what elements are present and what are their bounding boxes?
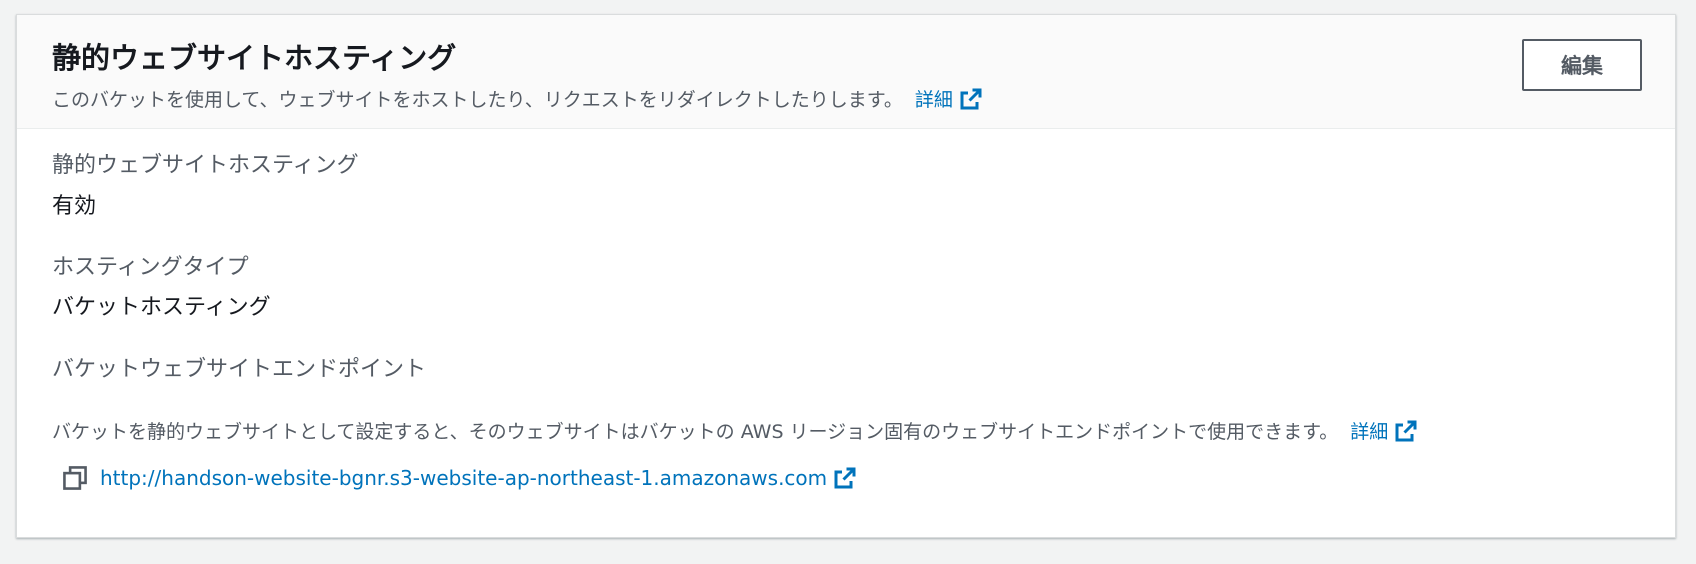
hosting-type-label: ホスティングタイプ [52,255,249,280]
copy-icon[interactable] [62,465,88,491]
panel-description-text: このバケットを使用して、ウェブサイトをホストしたり、リクエストをリダイレクトした… [52,89,903,111]
endpoint-url-text: http://handson-website-bgnr.s3-website-a… [100,466,828,490]
hosting-type-value: バケットホスティング [52,295,271,320]
endpoint-description: バケットを静的ウェブサイトとして設定すると、そのウェブサイトはバケットの AWS… [52,417,1418,444]
panel-description: このバケットを使用して、ウェブサイトをホストしたり、リクエストをリダイレクトした… [52,85,983,112]
external-link-icon [834,467,856,489]
header-learn-more-label: 詳細 [914,89,953,111]
static-hosting-label: 静的ウェブサイトホスティング [52,153,359,178]
edit-button[interactable]: 編集 [1522,39,1642,91]
panel-header: 静的ウェブサイトホスティング このバケットを使用して、ウェブサイトをホストしたり… [17,15,1675,129]
external-link-icon [1395,420,1417,441]
endpoint-learn-more-label: 詳細 [1350,421,1389,443]
external-link-icon [960,88,982,109]
static-hosting-value: 有効 [52,194,97,219]
panel-title: 静的ウェブサイトホスティング [52,41,457,75]
endpoint-url-link[interactable]: http://handson-website-bgnr.s3-website-a… [100,466,857,490]
static-website-hosting-panel: 静的ウェブサイトホスティング このバケットを使用して、ウェブサイトをホストしたり… [16,14,1676,538]
header-learn-more-link[interactable]: 詳細 [915,85,983,112]
endpoint-learn-more-link[interactable]: 詳細 [1350,417,1418,444]
endpoint-label: バケットウェブサイトエンドポイント [52,357,427,382]
endpoint-description-text: バケットを静的ウェブサイトとして設定すると、そのウェブサイトはバケットの AWS… [52,421,1339,443]
endpoint-url-row: http://handson-website-bgnr.s3-website-a… [62,465,857,491]
